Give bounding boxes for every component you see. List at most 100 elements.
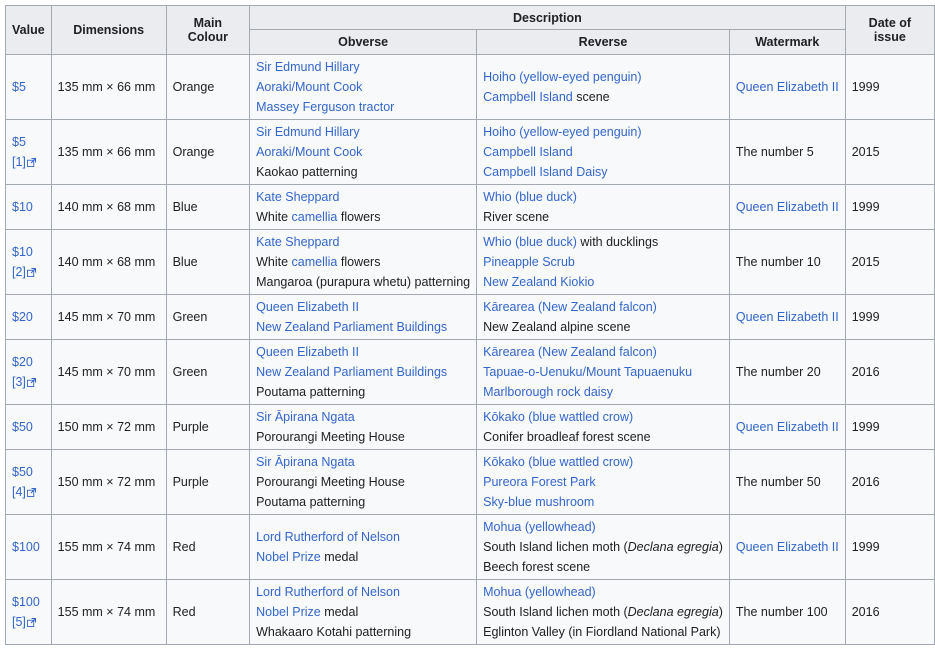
obverse-line: Porourangi Meeting House xyxy=(256,472,470,492)
reference-link[interactable]: [5] xyxy=(12,612,45,632)
description-link[interactable]: Campbell Island xyxy=(483,90,573,104)
description-text: White xyxy=(256,255,292,269)
description-link[interactable]: Massey Ferguson tractor xyxy=(256,100,394,114)
description-link[interactable]: Kōkako (blue wattled crow) xyxy=(483,410,633,424)
value-link[interactable]: $100 xyxy=(12,537,45,557)
watermark-link[interactable]: Queen Elizabeth II xyxy=(736,540,839,554)
description-link[interactable]: Pureora Forest Park xyxy=(483,475,596,489)
description-text: medal xyxy=(320,605,359,619)
description-link[interactable]: Kate Sheppard xyxy=(256,235,339,249)
watermark-text: The number 100 xyxy=(735,605,828,619)
description-link[interactable]: Hoiho (yellow-eyed penguin) xyxy=(483,70,641,84)
main-colour-cell: Red xyxy=(165,579,251,645)
main-colour-cell: Orange xyxy=(165,54,251,120)
description-link[interactable]: Campbell Island Daisy xyxy=(483,165,607,179)
description-link[interactable]: Whio (blue duck) xyxy=(483,235,577,249)
obverse-line: Queen Elizabeth II xyxy=(256,297,470,317)
watermark-link[interactable]: Queen Elizabeth II xyxy=(736,310,839,324)
reverse-line: Mohua (yellowhead) xyxy=(483,517,723,537)
main-colour-cell: Red xyxy=(165,514,251,580)
description-link[interactable]: Kārearea (New Zealand falcon) xyxy=(483,345,657,359)
description-text: Eglinton Valley (in Fiordland National P… xyxy=(483,625,721,639)
obverse-line: Nobel Prize medal xyxy=(256,602,470,622)
description-link[interactable]: Nobel Prize xyxy=(256,550,321,564)
description-link[interactable]: Sir Edmund Hillary xyxy=(256,125,360,139)
description-link[interactable]: Lord Rutherford of Nelson xyxy=(256,585,400,599)
value-link[interactable]: $50 xyxy=(12,417,45,437)
value-link[interactable]: $20 xyxy=(12,352,45,372)
description-link[interactable]: Marlborough rock daisy xyxy=(483,385,613,399)
description-link[interactable]: Queen Elizabeth II xyxy=(256,300,359,314)
obverse-cell: Sir Edmund Hillary Aoraki/Mount Cook Masse… xyxy=(249,54,478,120)
reverse-line: Kōkako (blue wattled crow) xyxy=(483,407,723,427)
description-text: scene xyxy=(572,90,610,104)
value-link[interactable]: $50 xyxy=(12,462,45,482)
description-link[interactable]: Aoraki/Mount Cook xyxy=(256,145,362,159)
external-link-icon xyxy=(26,158,36,167)
watermark-link[interactable]: Queen Elizabeth II xyxy=(736,80,839,94)
watermark-link[interactable]: Queen Elizabeth II xyxy=(736,420,839,434)
watermark-cell: Queen Elizabeth II xyxy=(728,54,846,120)
value-link[interactable]: $10 xyxy=(12,242,45,262)
description-link[interactable]: Kōkako (blue wattled crow) xyxy=(483,455,633,469)
description-link[interactable]: Tapuae-o-Uenuku/Mount Tapuaenuku xyxy=(483,365,692,379)
value-link[interactable]: $10 xyxy=(12,197,45,217)
obverse-line: Porourangi Meeting House xyxy=(256,427,470,447)
obverse-line: Nobel Prize medal xyxy=(256,547,470,567)
description-link[interactable]: Nobel Prize xyxy=(256,605,321,619)
description-text: Porourangi Meeting House xyxy=(256,475,405,489)
description-link[interactable]: Aoraki/Mount Cook xyxy=(256,80,362,94)
description-link[interactable]: camellia xyxy=(292,255,338,269)
value-link[interactable]: $5 xyxy=(12,132,45,152)
dimensions-cell: 140 mm × 68 mm xyxy=(50,229,167,295)
description-text: ) xyxy=(718,605,723,619)
value-cell: $50 xyxy=(5,404,52,450)
description-link[interactable]: Queen Elizabeth II xyxy=(256,345,359,359)
watermark-cell: Queen Elizabeth II xyxy=(728,514,846,580)
description-link[interactable]: Mohua (yellowhead) xyxy=(483,585,596,599)
reverse-line: Beech forest scene xyxy=(483,557,723,577)
value-link[interactable]: $5 xyxy=(12,77,45,97)
obverse-line: Lord Rutherford of Nelson xyxy=(256,582,470,602)
description-link[interactable]: Kārearea (New Zealand falcon) xyxy=(483,300,657,314)
reference-label: [2] xyxy=(12,265,26,279)
description-link[interactable]: Hoiho (yellow-eyed penguin) xyxy=(483,125,641,139)
obverse-cell: Lord Rutherford of Nelson Nobel Prize med… xyxy=(249,579,478,645)
description-link[interactable]: New Zealand Parliament Buildings xyxy=(256,320,447,334)
description-link[interactable]: Lord Rutherford of Nelson xyxy=(256,530,400,544)
description-link[interactable]: Sir Āpirana Ngata xyxy=(256,455,355,469)
reverse-line: South Island lichen moth (Declana egregi… xyxy=(483,602,723,622)
reference-link[interactable]: [3] xyxy=(12,372,45,392)
description-link[interactable]: New Zealand Parliament Buildings xyxy=(256,365,447,379)
reverse-line: Eglinton Valley (in Fiordland National P… xyxy=(483,622,723,642)
description-link[interactable]: Sir Edmund Hillary xyxy=(256,60,360,74)
date-of-issue-cell: 2016 xyxy=(844,449,935,515)
description-link[interactable]: Campbell Island xyxy=(483,145,573,159)
date-of-issue-cell: 1999 xyxy=(844,404,935,450)
description-link[interactable]: camellia xyxy=(292,210,338,224)
watermark-cell: The number 5 xyxy=(728,119,846,185)
main-colour-cell: Purple xyxy=(165,449,251,515)
date-of-issue-cell: 2015 xyxy=(844,229,935,295)
watermark-link[interactable]: Queen Elizabeth II xyxy=(736,200,839,214)
reverse-line: Campbell Island scene xyxy=(483,87,723,107)
description-link[interactable]: New Zealand Kiokio xyxy=(483,275,594,289)
description-text: Whakaaro Kotahi patterning xyxy=(256,625,412,639)
dimensions-cell: 150 mm × 72 mm xyxy=(50,404,167,450)
external-link-icon xyxy=(26,378,36,387)
description-link[interactable]: Sir Āpirana Ngata xyxy=(256,410,355,424)
value-link[interactable]: $20 xyxy=(12,307,45,327)
reference-link[interactable]: [2] xyxy=(12,262,45,282)
description-link[interactable]: Whio (blue duck) xyxy=(483,190,577,204)
description-link[interactable]: Pineapple Scrub xyxy=(483,255,575,269)
watermark-text: The number 50 xyxy=(735,475,821,489)
description-link[interactable]: Mohua (yellowhead) xyxy=(483,520,596,534)
value-link[interactable]: $100 xyxy=(12,592,45,612)
reverse-line: Conifer broadleaf forest scene xyxy=(483,427,723,447)
description-link[interactable]: Sky-blue mushroom xyxy=(483,495,594,509)
reference-link[interactable]: [4] xyxy=(12,482,45,502)
dimensions-cell: 140 mm × 68 mm xyxy=(50,184,167,230)
description-link[interactable]: Kate Sheppard xyxy=(256,190,339,204)
species-name: Declana egregia xyxy=(627,540,719,554)
reference-link[interactable]: [1] xyxy=(12,152,45,172)
